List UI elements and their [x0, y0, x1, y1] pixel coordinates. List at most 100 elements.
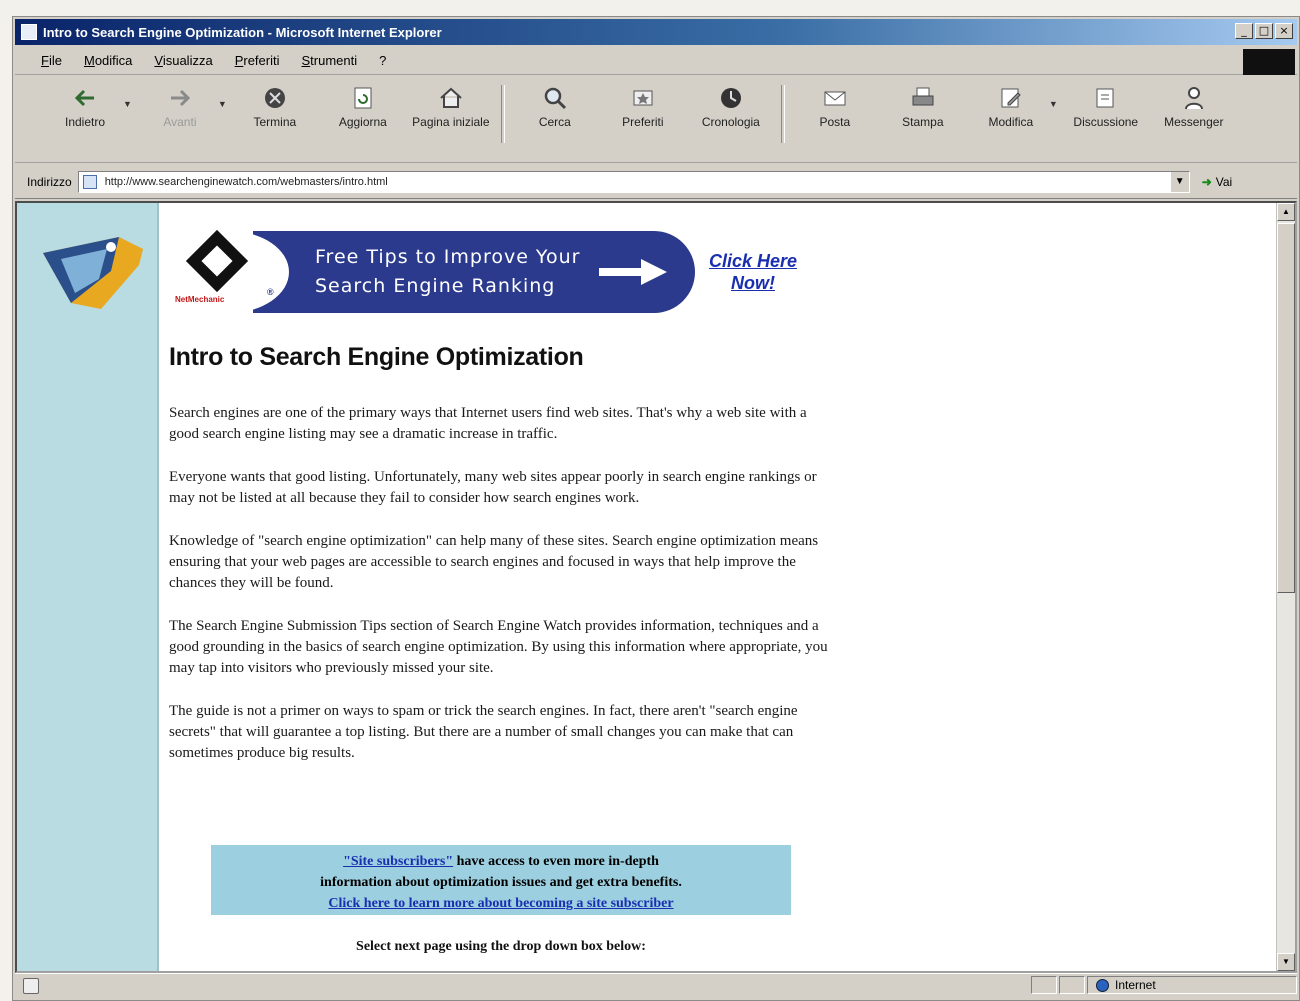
toolbar-separator	[500, 85, 505, 143]
favorites-button[interactable]: Preferiti	[603, 85, 683, 129]
scroll-up-icon[interactable]: ▲	[1277, 203, 1295, 221]
stop-icon	[264, 88, 285, 108]
address-dropdown-icon[interactable]: ▼	[1169, 171, 1189, 192]
maximize-button[interactable]: □	[1255, 23, 1273, 39]
search-icon	[544, 87, 566, 110]
history-icon	[720, 88, 741, 108]
click-here-line-1: Click Here	[708, 251, 798, 271]
toolbar-separator	[780, 85, 785, 143]
subscriber-text-2: information about optimization issues an…	[320, 875, 682, 890]
messenger-button[interactable]: Messenger	[1154, 85, 1234, 129]
back-dropdown-icon[interactable]: ▼	[123, 99, 132, 109]
title-bar: Intro to Search Engine Optimization - Mi…	[15, 19, 1297, 45]
zone-label: Internet	[1115, 978, 1156, 992]
banner-line-1: Free Tips to Improve Your	[315, 246, 581, 268]
home-button[interactable]: Pagina iniziale	[411, 85, 491, 129]
select-next-page-label: Select next page using the drop down box…	[356, 939, 646, 954]
windows-logo-icon	[1243, 49, 1295, 75]
banner-brand: NetMechanic	[175, 295, 225, 304]
window-controls: _ □ ×	[1235, 23, 1293, 39]
paragraph: Everyone wants that good listing. Unfort…	[169, 469, 817, 506]
ad-banner[interactable]: NetMechanic ® Free Tips to Improve Your …	[169, 229, 697, 313]
edit-button[interactable]: Modifica	[971, 85, 1051, 129]
page-status-icon	[23, 978, 39, 994]
menu-file[interactable]: File	[41, 53, 62, 68]
paragraph: The guide is not a primer on ways to spa…	[169, 703, 798, 761]
edit-label: Modifica	[988, 115, 1034, 129]
browser-window: Intro to Search Engine Optimization - Mi…	[12, 16, 1300, 1001]
mail-label: Posta	[819, 115, 851, 129]
print-button[interactable]: Stampa	[883, 85, 963, 129]
menu-preferiti[interactable]: Preferiti	[235, 53, 280, 68]
security-zone: Internet	[1087, 976, 1297, 994]
search-engine-watch-logo	[43, 237, 143, 309]
scroll-down-icon[interactable]: ▼	[1277, 953, 1295, 971]
discuss-icon	[1096, 88, 1114, 108]
menu-visualizza[interactable]: Visualizza	[154, 53, 212, 68]
left-sidebar	[17, 203, 159, 971]
back-label: Indietro	[64, 115, 106, 129]
minimize-button[interactable]: _	[1235, 23, 1253, 39]
click-here-link[interactable]: Click Here Now!	[703, 250, 803, 294]
home-icon	[440, 87, 462, 108]
refresh-button[interactable]: Aggiorna	[323, 85, 403, 129]
edit-icon	[1001, 88, 1021, 108]
become-subscriber-link[interactable]: Click here to learn more about becoming …	[328, 896, 673, 911]
menu-strumenti[interactable]: Strumenti	[301, 53, 357, 68]
back-button[interactable]: Indietro	[45, 85, 125, 129]
forward-arrow-icon	[170, 89, 191, 107]
stop-label: Termina	[253, 115, 297, 129]
page-title: Intro to Search Engine Optimization	[169, 343, 584, 371]
address-label: Indirizzo	[27, 174, 72, 189]
address-field[interactable]: ▼	[77, 170, 1190, 193]
home-label: Pagina iniziale	[412, 115, 490, 129]
page-icon	[82, 174, 97, 189]
click-here-line-2: Now!	[731, 273, 775, 293]
messenger-label: Messenger	[1164, 115, 1224, 129]
ie-icon	[21, 24, 37, 40]
intro-paragraphs: Search engines are one of the primary wa…	[169, 403, 837, 786]
menu-bar: File Modifica Visualizza Preferiti Strum…	[15, 47, 1297, 75]
forward-dropdown-icon[interactable]: ▼	[218, 99, 227, 109]
scroll-thumb[interactable]	[1277, 223, 1295, 593]
discuss-button[interactable]: Discussione	[1066, 85, 1146, 129]
history-label: Cronologia	[701, 115, 760, 129]
favorites-label: Preferiti	[622, 115, 664, 129]
mail-button[interactable]: Posta	[795, 85, 875, 129]
paragraph: Search engines are one of the primary wa…	[169, 405, 807, 442]
vertical-scrollbar[interactable]: ▲ ▼	[1276, 203, 1295, 971]
stop-button[interactable]: Termina	[235, 85, 315, 129]
globe-icon	[1096, 978, 1109, 992]
forward-label: Avanti	[163, 115, 197, 129]
forward-button[interactable]: Avanti	[140, 85, 220, 129]
back-arrow-icon	[74, 89, 94, 107]
refresh-icon	[354, 87, 372, 109]
paragraph: Knowledge of "search engine optimization…	[169, 533, 819, 591]
menu-help[interactable]: ?	[379, 53, 386, 68]
go-button[interactable]: ➜ Vai	[1202, 175, 1233, 189]
url-input[interactable]	[102, 174, 1107, 189]
status-bar: Internet	[15, 973, 1297, 998]
standard-toolbar: Indietro ▼ Avanti ▼ Termina Aggiorna Pag…	[15, 77, 1297, 163]
discuss-label: Discussione	[1073, 115, 1139, 129]
go-arrow-icon: ➜	[1201, 174, 1212, 189]
status-cell	[1059, 976, 1085, 994]
banner-text: Free Tips to Improve Your Search Engine …	[315, 243, 581, 301]
subscriber-box: "Site subscribers" have access to even m…	[211, 845, 791, 915]
site-subscribers-link[interactable]: "Site subscribers"	[343, 854, 453, 869]
subscriber-text-1: have access to even more in-depth	[453, 854, 659, 869]
refresh-label: Aggiorna	[338, 115, 387, 129]
menu-modifica[interactable]: Modifica	[84, 53, 132, 68]
close-button[interactable]: ×	[1275, 23, 1293, 39]
history-button[interactable]: Cronologia	[691, 85, 771, 129]
ad-banner-row: NetMechanic ® Free Tips to Improve Your …	[169, 229, 803, 313]
status-cells: Internet	[1029, 976, 1297, 994]
search-button[interactable]: Cerca	[515, 85, 595, 129]
messenger-icon	[1184, 87, 1203, 110]
address-bar: Indirizzo ▼ ➜ Vai	[15, 165, 1297, 199]
window-title: Intro to Search Engine Optimization - Mi…	[43, 24, 442, 40]
print-label: Stampa	[902, 115, 944, 129]
registered-mark: ®	[267, 287, 274, 297]
edit-dropdown-icon[interactable]: ▼	[1049, 99, 1058, 109]
mail-icon	[824, 91, 846, 106]
